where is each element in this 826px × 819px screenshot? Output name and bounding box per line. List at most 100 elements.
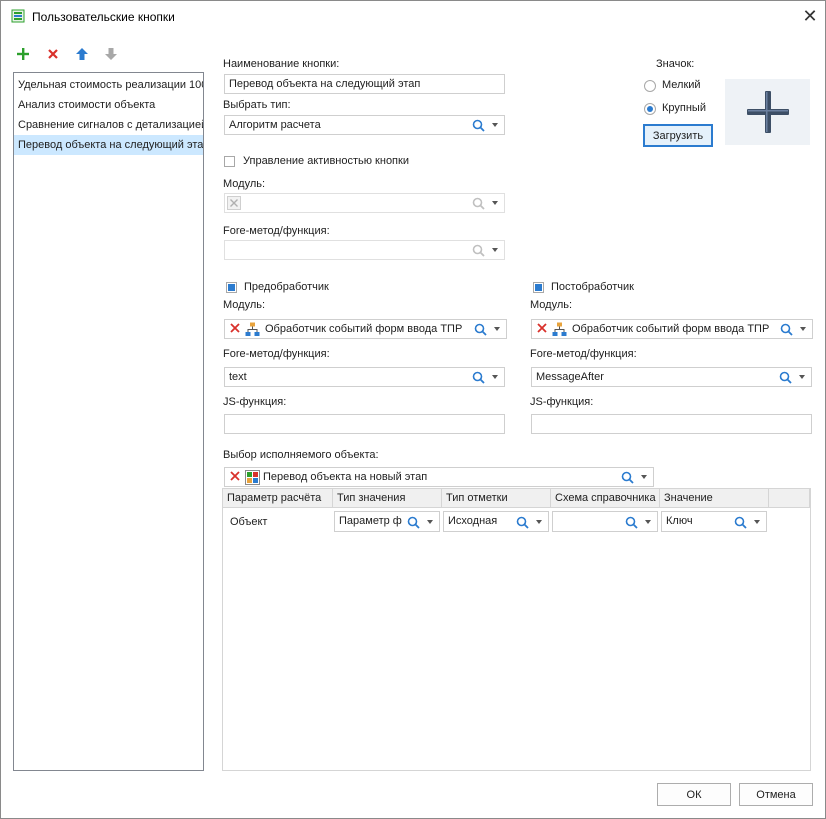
executable-combo[interactable]: Перевод объекта на новый этап [224, 467, 654, 487]
mark-type-combo[interactable]: Исходная [443, 511, 549, 532]
post-module-label: Модуль: [530, 299, 573, 311]
pre-fore-combo[interactable]: text [224, 367, 505, 387]
module-tree-icon [552, 322, 567, 338]
value-cell-value: Ключ [666, 515, 693, 527]
postprocessor-checkbox[interactable] [533, 282, 544, 293]
search-icon[interactable] [470, 242, 486, 258]
move-down-button[interactable] [102, 45, 120, 63]
large-icon-radio[interactable] [644, 103, 656, 115]
search-icon[interactable] [732, 514, 748, 530]
column-header[interactable]: Схема справочника [551, 489, 660, 508]
plus-icon [17, 48, 29, 60]
button-name-value: Перевод объекта на следующий этап [229, 78, 421, 90]
list-item[interactable]: Удельная стоимость реализации 100 [14, 75, 203, 95]
chevron-down-icon[interactable] [488, 369, 502, 385]
chevron-down-icon[interactable] [488, 195, 502, 211]
clear-icon[interactable] [229, 322, 241, 338]
load-icon-button[interactable]: Загрузить [643, 124, 713, 147]
module-tree-icon [245, 322, 260, 338]
value-type-value: Параметр ф [339, 515, 402, 527]
calc-algorithm-icon [245, 470, 260, 486]
type-combo[interactable]: Алгоритм расчета [224, 115, 505, 135]
module-combo[interactable] [224, 193, 505, 213]
chevron-down-icon[interactable] [488, 242, 502, 258]
buttons-list[interactable]: Удельная стоимость реализации 100 Анализ… [13, 72, 204, 771]
search-icon[interactable] [777, 369, 793, 385]
mark-type-value: Исходная [448, 515, 498, 527]
chevron-down-icon[interactable] [641, 514, 655, 530]
button-name-input[interactable]: Перевод объекта на следующий этап [224, 74, 505, 94]
search-icon[interactable] [472, 321, 488, 337]
pre-js-label: JS-функция: [223, 396, 287, 408]
search-icon[interactable] [470, 195, 486, 211]
chevron-down-icon[interactable] [750, 514, 764, 530]
chevron-down-icon[interactable] [488, 117, 502, 133]
value-combo[interactable]: Ключ [661, 511, 767, 532]
postprocessor-label: Постобработчик [551, 281, 634, 293]
pre-js-input[interactable] [224, 414, 505, 434]
clear-disabled-icon [227, 196, 241, 212]
search-icon[interactable] [405, 514, 421, 530]
close-button[interactable]: ✕ [797, 5, 823, 27]
ok-button[interactable]: ОК [657, 783, 731, 806]
chevron-down-icon[interactable] [423, 514, 437, 530]
preprocessor-label: Предобработчик [244, 281, 329, 293]
value-type-combo[interactable]: Параметр ф [334, 511, 440, 532]
chevron-down-icon[interactable] [796, 321, 810, 337]
list-item[interactable]: Анализ стоимости объекта [14, 95, 203, 115]
post-js-label: JS-функция: [530, 396, 594, 408]
pre-fore-label: Fore-метод/функция: [223, 348, 330, 360]
delete-button[interactable] [44, 45, 62, 63]
close-icon: ✕ [802, 5, 818, 26]
post-js-input[interactable] [531, 414, 812, 434]
chevron-down-icon[interactable] [532, 514, 546, 530]
preprocessor-checkbox[interactable] [226, 282, 237, 293]
post-fore-value: MessageAfter [536, 371, 604, 383]
delete-icon [48, 49, 58, 59]
list-item-selected[interactable]: Перевод объекта на следующий эта [14, 135, 203, 155]
search-icon[interactable] [470, 369, 486, 385]
param-name-cell: Объект [230, 516, 268, 528]
table-row[interactable]: Объект Параметр ф Исходная Ключ [223, 509, 810, 534]
column-header-filler [769, 489, 810, 508]
cancel-button[interactable]: Отмена [739, 783, 813, 806]
column-header[interactable]: Параметр расчёта [223, 489, 333, 508]
search-icon[interactable] [619, 469, 635, 485]
list-item[interactable]: Сравнение сигналов с детализацией [14, 115, 203, 135]
activity-label: Управление активностью кнопки [243, 155, 409, 167]
fore-method-combo[interactable] [224, 240, 505, 260]
search-icon[interactable] [470, 117, 486, 133]
fore-method-label: Fore-метод/функция: [223, 225, 330, 237]
type-label: Выбрать тип: [223, 99, 291, 111]
move-up-button[interactable] [73, 45, 91, 63]
clear-icon[interactable] [229, 470, 241, 486]
column-header[interactable]: Тип значения [333, 489, 442, 508]
chevron-down-icon[interactable] [795, 369, 809, 385]
small-icon-label: Мелкий [662, 79, 701, 91]
post-module-value: Обработчик событий форм ввода ТПР [572, 323, 770, 335]
search-icon[interactable] [514, 514, 530, 530]
add-button[interactable] [14, 45, 32, 63]
search-icon[interactable] [623, 514, 639, 530]
column-header[interactable]: Тип отметки [442, 489, 551, 508]
chevron-down-icon[interactable] [637, 469, 651, 485]
column-header[interactable]: Значение [660, 489, 769, 508]
post-fore-label: Fore-метод/функция: [530, 348, 637, 360]
pre-module-value: Обработчик событий форм ввода ТПР [265, 323, 463, 335]
search-icon[interactable] [778, 321, 794, 337]
chevron-down-icon[interactable] [490, 321, 504, 337]
post-fore-combo[interactable]: MessageAfter [531, 367, 812, 387]
pre-module-combo[interactable]: Обработчик событий форм ввода ТПР [224, 319, 507, 339]
dialog-app-icon [11, 9, 25, 23]
type-value: Алгоритм расчета [229, 119, 321, 131]
module-label: Модуль: [223, 178, 266, 190]
activity-checkbox[interactable] [224, 156, 235, 167]
post-module-combo[interactable]: Обработчик событий форм ввода ТПР [531, 319, 813, 339]
small-icon-radio[interactable] [644, 80, 656, 92]
pre-fore-value: text [229, 371, 247, 383]
icon-label: Значок: [656, 58, 695, 70]
parameters-grid[interactable]: Параметр расчёта Тип значения Тип отметк… [222, 488, 811, 771]
clear-icon[interactable] [536, 322, 548, 338]
icon-preview [725, 79, 810, 145]
schema-combo[interactable] [552, 511, 658, 532]
